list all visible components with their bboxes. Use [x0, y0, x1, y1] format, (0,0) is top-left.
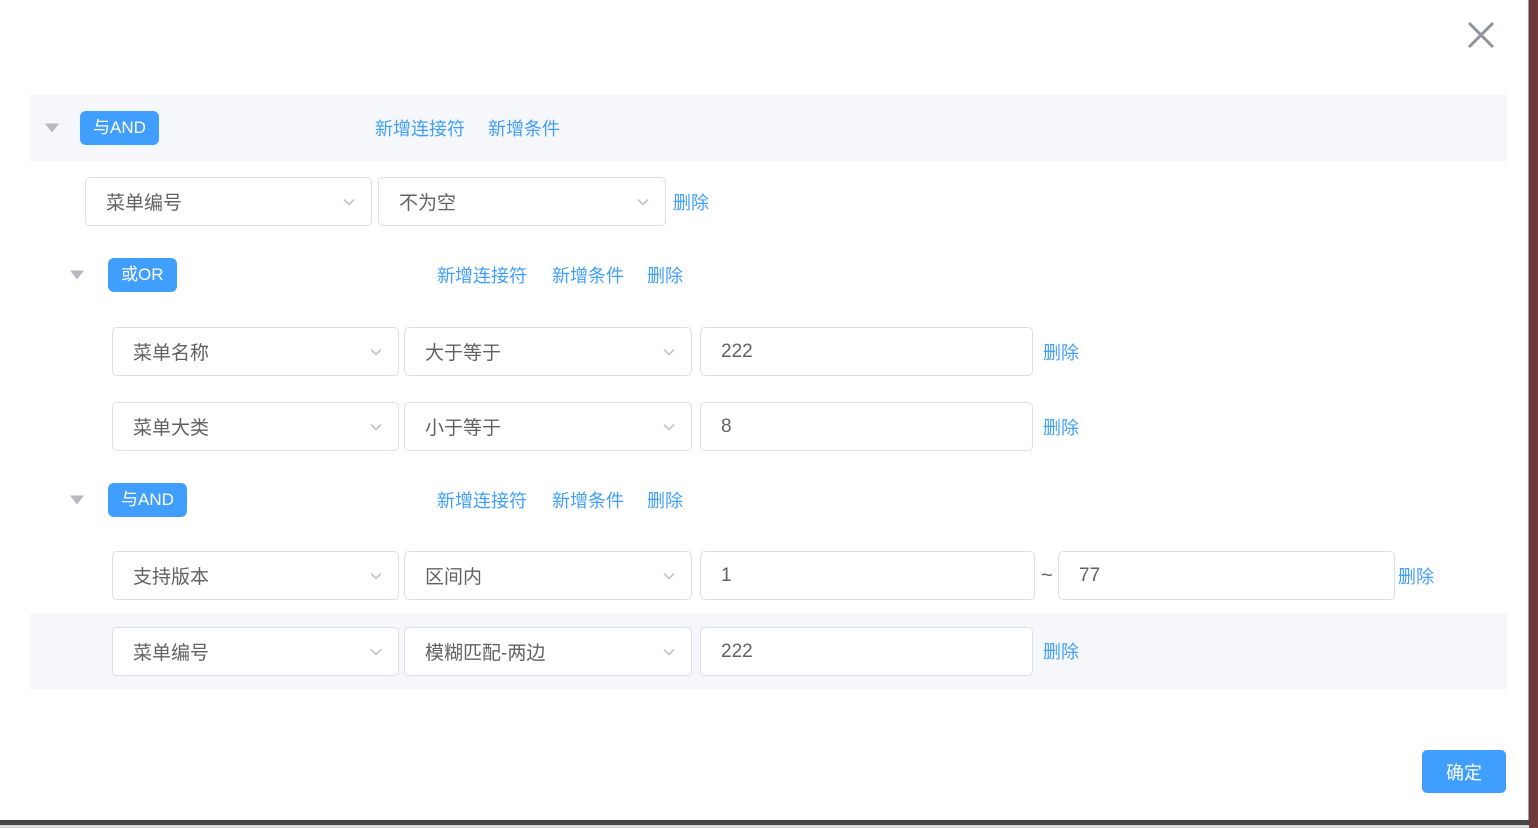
operator-select[interactable]: 大于等于 [404, 327, 692, 376]
field-select[interactable]: 菜单名称 [112, 327, 399, 376]
operator-select-value: 不为空 [399, 188, 456, 215]
add-condition-link[interactable]: 新增条件 [488, 115, 560, 141]
query-builder-dialog: 与AND 新增连接符 新增条件 菜单编号 不为空 删除 或OR 新增连接符 新增… [0, 0, 1529, 820]
field-select-value: 支持版本 [133, 562, 209, 589]
close-icon [1464, 18, 1498, 52]
condition-row-highlighted: 菜单编号 模糊匹配-两边 删除 [30, 613, 1507, 689]
connector-badge-and[interactable]: 与AND [80, 111, 159, 145]
connector-badge-and[interactable]: 与AND [108, 483, 187, 517]
field-select[interactable]: 菜单大类 [112, 402, 399, 451]
condition-row: 菜单编号 不为空 删除 [0, 177, 1529, 226]
close-button[interactable] [1462, 16, 1500, 54]
chevron-down-icon [368, 644, 384, 660]
field-select-value: 菜单编号 [106, 188, 182, 215]
field-select-value: 菜单编号 [133, 638, 209, 665]
operator-select[interactable]: 小于等于 [404, 402, 692, 451]
connector-row-root-and: 与AND 新增连接符 新增条件 [30, 95, 1507, 161]
value-input[interactable] [700, 327, 1033, 376]
chevron-down-icon [661, 419, 677, 435]
delete-connector-link[interactable]: 删除 [647, 487, 683, 513]
connector-row-and-nested: 与AND 新增连接符 新增条件 删除 [0, 482, 1529, 518]
chevron-down-icon [635, 194, 651, 210]
range-separator: ~ [1041, 564, 1053, 587]
delete-condition-link[interactable]: 删除 [1043, 414, 1079, 440]
operator-select-value: 区间内 [425, 562, 482, 589]
value-input[interactable] [700, 402, 1033, 451]
condition-row-range: 支持版本 区间内 ~ 删除 [0, 551, 1529, 600]
collapse-caret-icon[interactable] [70, 496, 84, 505]
chevron-down-icon [661, 644, 677, 660]
operator-select[interactable]: 不为空 [378, 177, 666, 226]
chevron-down-icon [661, 344, 677, 360]
condition-row: 菜单名称 大于等于 删除 [0, 327, 1529, 376]
add-connector-link[interactable]: 新增连接符 [437, 262, 527, 288]
operator-select-value: 模糊匹配-两边 [425, 638, 545, 665]
range-from-input[interactable] [700, 551, 1035, 600]
collapse-caret-icon[interactable] [70, 271, 84, 280]
add-connector-link[interactable]: 新增连接符 [375, 115, 465, 141]
delete-condition-link[interactable]: 删除 [673, 189, 709, 215]
chevron-down-icon [341, 194, 357, 210]
operator-select[interactable]: 区间内 [404, 551, 692, 600]
condition-row: 菜单大类 小于等于 删除 [0, 402, 1529, 451]
chevron-down-icon [368, 419, 384, 435]
field-select[interactable]: 菜单编号 [112, 627, 399, 676]
add-connector-link[interactable]: 新增连接符 [437, 487, 527, 513]
connector-badge-or[interactable]: 或OR [108, 258, 177, 292]
field-select-value: 菜单名称 [133, 338, 209, 365]
value-input[interactable] [700, 627, 1033, 676]
operator-select-value: 大于等于 [425, 338, 501, 365]
chevron-down-icon [368, 568, 384, 584]
field-select-value: 菜单大类 [133, 413, 209, 440]
delete-condition-link[interactable]: 删除 [1043, 339, 1079, 365]
delete-connector-link[interactable]: 删除 [647, 262, 683, 288]
connector-row-or: 或OR 新增连接符 新增条件 删除 [0, 257, 1529, 293]
add-condition-link[interactable]: 新增条件 [552, 487, 624, 513]
field-select[interactable]: 菜单编号 [85, 177, 372, 226]
field-select[interactable]: 支持版本 [112, 551, 399, 600]
range-to-input[interactable] [1058, 551, 1395, 600]
operator-select[interactable]: 模糊匹配-两边 [404, 627, 692, 676]
collapse-caret-icon[interactable] [45, 124, 59, 133]
chevron-down-icon [661, 568, 677, 584]
operator-select-value: 小于等于 [425, 413, 501, 440]
delete-condition-link[interactable]: 删除 [1043, 638, 1079, 664]
add-condition-link[interactable]: 新增条件 [552, 262, 624, 288]
delete-condition-link[interactable]: 删除 [1398, 563, 1434, 589]
chevron-down-icon [368, 344, 384, 360]
confirm-button[interactable]: 确定 [1422, 750, 1506, 793]
